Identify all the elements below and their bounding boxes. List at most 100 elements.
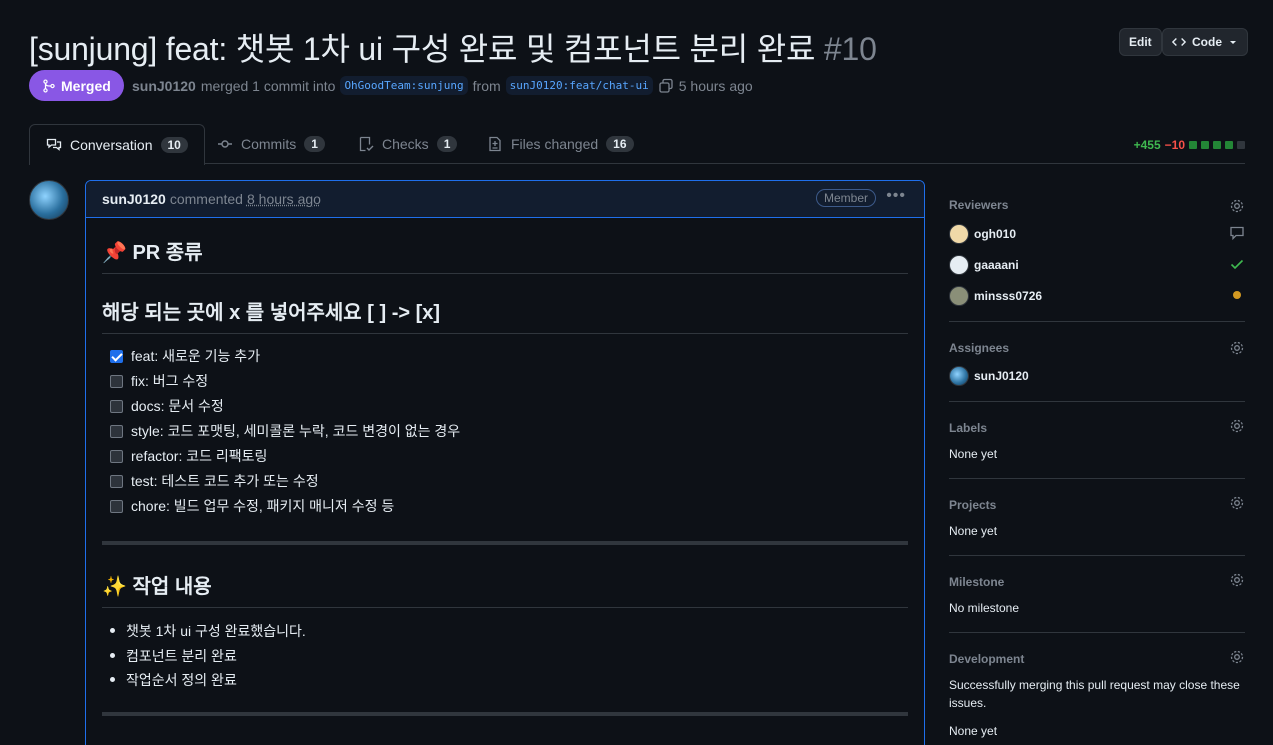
code-button[interactable]: Code	[1162, 28, 1248, 56]
task-item: test: 테스트 코드 추가 또는 수정	[110, 471, 319, 491]
labels-value: None yet	[949, 445, 1245, 463]
comment-icon	[1229, 225, 1245, 241]
list-item: 컴포넌트 분리 완료	[126, 646, 237, 666]
tab-checks[interactable]: Checks 1	[342, 124, 473, 164]
tab-count: 16	[606, 136, 633, 152]
copy-icon[interactable]	[658, 78, 674, 94]
gear-icon[interactable]	[1229, 418, 1245, 434]
checkbox[interactable]	[110, 400, 123, 413]
reviewer-item[interactable]: ogh010	[949, 224, 1016, 244]
diffstat-block	[1189, 141, 1197, 149]
task-label: chore: 빌드 업무 수정, 패키지 매니저 수정 등	[131, 496, 394, 516]
development-value: None yet	[949, 722, 1245, 740]
gear-icon[interactable]	[1229, 198, 1245, 214]
task-label: feat: 새로운 기능 추가	[131, 346, 260, 366]
tab-label: Commits	[241, 136, 296, 152]
checkbox-checked[interactable]	[110, 350, 123, 363]
chevron-down-icon	[1228, 37, 1238, 47]
task-item: chore: 빌드 업무 수정, 패키지 매니저 수정 등	[110, 496, 394, 516]
reviewer-name: minsss0726	[974, 289, 1042, 303]
checkbox[interactable]	[110, 475, 123, 488]
gear-icon[interactable]	[1229, 495, 1245, 511]
merge-action-text: merged 1 commit into	[201, 78, 336, 94]
avatar	[949, 286, 969, 306]
task-label: test: 테스트 코드 추가 또는 수정	[131, 471, 319, 491]
comment-time[interactable]: 8 hours ago	[247, 191, 321, 207]
checkbox[interactable]	[110, 450, 123, 463]
pr-title-text: [sunjung] feat: 챗봇 1차 ui 구성 완료 및 컴포넌트 분리…	[29, 31, 815, 67]
task-label: style: 코드 포맷팅, 세미콜론 누락, 코드 변경이 없는 경우	[131, 421, 460, 441]
avatar[interactable]	[29, 180, 69, 220]
gear-icon[interactable]	[1229, 572, 1245, 588]
divider	[949, 555, 1245, 556]
assignees-title[interactable]: Assignees	[949, 341, 1009, 355]
pr-description-comment: sunJ0120 commented 8 hours ago Member ••…	[85, 180, 925, 745]
tab-label: Conversation	[70, 137, 153, 153]
tab-conversation[interactable]: Conversation 10	[29, 124, 205, 165]
base-branch[interactable]: OhGoodTeam:sunjung	[340, 76, 467, 95]
milestone-value: No milestone	[949, 599, 1245, 617]
head-branch[interactable]: sunJ0120:feat/chat-ui	[506, 76, 653, 95]
checklist-icon	[358, 136, 374, 152]
pending-dot-icon	[1233, 291, 1241, 299]
task-label: refactor: 코드 리팩토링	[131, 446, 267, 466]
reviewer-name: ogh010	[974, 227, 1016, 241]
task-item: refactor: 코드 리팩토링	[110, 446, 267, 466]
pr-title: [sunjung] feat: 챗봇 1차 ui 구성 완료 및 컴포넌트 분리…	[29, 24, 877, 70]
diffstat: +455 −10	[1134, 138, 1245, 152]
from-text: from	[473, 78, 501, 94]
list-item: 챗봇 1차 ui 구성 완료했습니다.	[126, 621, 306, 641]
tab-count: 10	[161, 137, 188, 153]
projects-title[interactable]: Projects	[949, 498, 996, 512]
divider	[949, 632, 1245, 633]
gear-icon[interactable]	[1229, 340, 1245, 356]
task-item: docs: 문서 수정	[110, 396, 224, 416]
task-item: style: 코드 포맷팅, 세미콜론 누락, 코드 변경이 없는 경우	[110, 421, 460, 441]
divider	[102, 712, 908, 716]
divider	[949, 401, 1245, 402]
heading-work: ✨ 작업 내용	[102, 570, 908, 608]
diffstat-block	[1201, 141, 1209, 149]
tab-files-changed[interactable]: Files changed 16	[471, 124, 650, 164]
diffstat-deletions: −10	[1165, 138, 1185, 152]
file-diff-icon	[487, 136, 503, 152]
divider	[102, 541, 908, 545]
checkbox[interactable]	[110, 500, 123, 513]
kebab-menu-icon[interactable]: •••	[886, 187, 906, 205]
milestone-title[interactable]: Milestone	[949, 575, 1004, 589]
pr-author-link[interactable]: sunJ0120	[132, 78, 196, 94]
projects-value: None yet	[949, 522, 1245, 540]
comment-verb: commented	[170, 191, 243, 207]
diffstat-block	[1237, 141, 1245, 149]
merge-icon	[42, 79, 56, 93]
development-text: Successfully merging this pull request m…	[949, 676, 1245, 712]
pr-meta: sunJ0120 merged 1 commit into OhGoodTeam…	[132, 76, 753, 95]
reviewer-item[interactable]: gaaaani	[949, 255, 1019, 275]
comment-author[interactable]: sunJ0120	[102, 191, 166, 207]
task-item: feat: 새로운 기능 추가	[110, 346, 260, 366]
tab-commits[interactable]: Commits 1	[201, 124, 341, 164]
gear-icon[interactable]	[1229, 649, 1245, 665]
member-badge: Member	[816, 189, 876, 207]
diffstat-block	[1213, 141, 1221, 149]
comment-header: sunJ0120 commented 8 hours ago Member ••…	[86, 181, 924, 218]
pr-tabs: Conversation 10 Commits 1 Checks 1 Files…	[29, 124, 1245, 164]
avatar	[949, 255, 969, 275]
task-label: docs: 문서 수정	[131, 396, 224, 416]
checkbox[interactable]	[110, 375, 123, 388]
commit-icon	[217, 136, 233, 152]
tab-count: 1	[437, 136, 458, 152]
reviewer-item[interactable]: minsss0726	[949, 286, 1042, 306]
edit-button[interactable]: Edit	[1119, 28, 1162, 56]
diffstat-block	[1225, 141, 1233, 149]
labels-title[interactable]: Labels	[949, 421, 987, 435]
development-title[interactable]: Development	[949, 652, 1024, 666]
comment-discussion-icon	[46, 137, 62, 153]
checkbox[interactable]	[110, 425, 123, 438]
divider	[949, 321, 1245, 322]
edit-label: Edit	[1129, 35, 1152, 49]
diffstat-additions: +455	[1134, 138, 1161, 152]
task-item: fix: 버그 수정	[110, 371, 208, 391]
reviewers-title[interactable]: Reviewers	[949, 198, 1008, 212]
assignee-item[interactable]: sunJ0120	[949, 366, 1029, 386]
